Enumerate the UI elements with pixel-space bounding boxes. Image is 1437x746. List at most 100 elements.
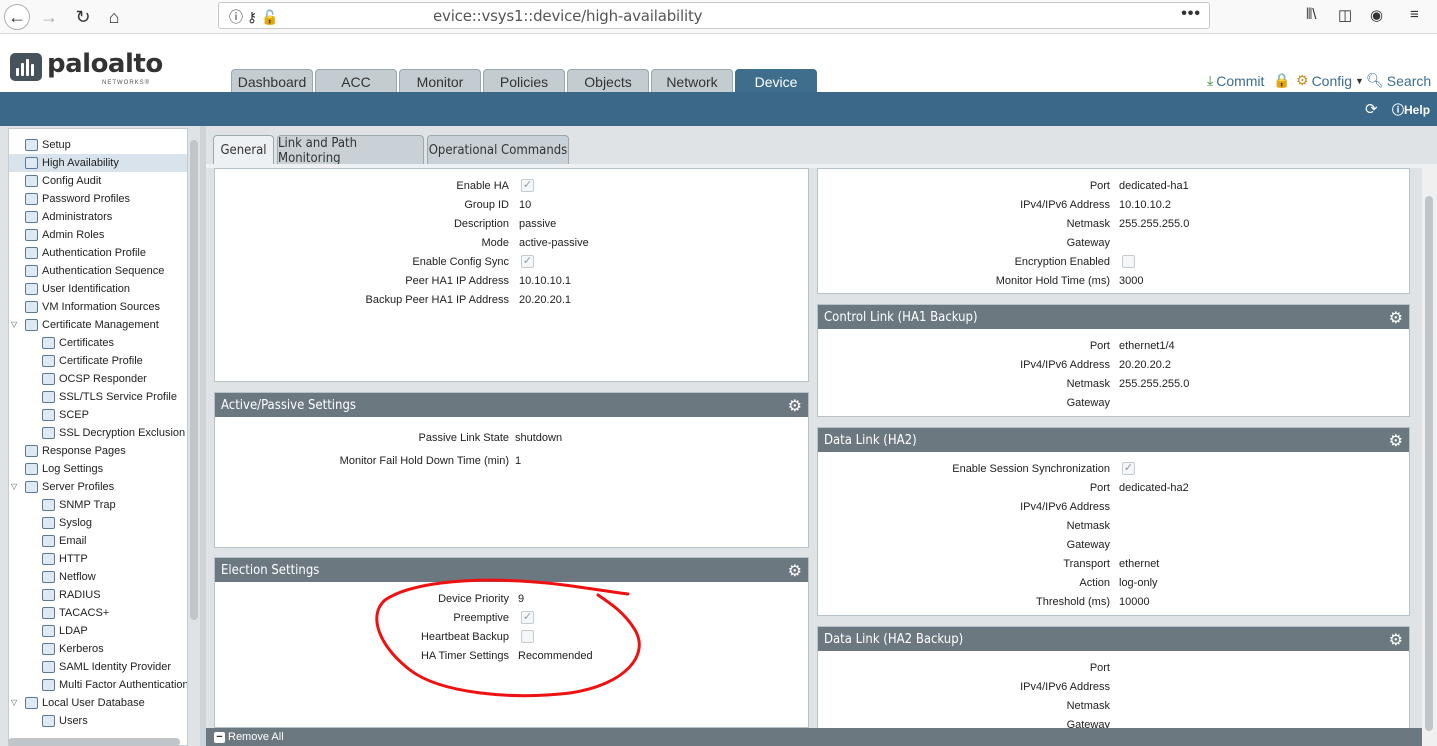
tab-monitor[interactable]: Monitor — [399, 69, 481, 93]
config-sync-checkbox[interactable]: ✓ — [521, 255, 534, 268]
tab-policies[interactable]: Policies — [483, 69, 565, 93]
sidebar-item-kerberos[interactable]: Kerberos — [42, 640, 104, 658]
gear-icon[interactable]: ⚙ — [788, 561, 802, 581]
library-icon[interactable]: ⫴\ — [1306, 6, 1316, 23]
sidebar-horizontal-scrollbar[interactable] — [8, 738, 180, 746]
site-info-icon[interactable]: ⓘ ⚷ 🔓 — [229, 7, 278, 27]
sidebar-item-authentication-sequence[interactable]: Authentication Sequence — [25, 262, 164, 280]
content-scrollbar[interactable] — [1422, 166, 1437, 746]
config-button[interactable]: ⚙ Config ▼ — [1296, 72, 1364, 89]
sidebar-item-email[interactable]: Email — [42, 532, 87, 550]
mode-row: Mode — [215, 234, 509, 253]
sidebar-item-setup[interactable]: Setup — [25, 136, 71, 154]
ha2-sync-row: Enable Session Synchronization — [818, 460, 1110, 479]
sidebar-item-local-user-database[interactable]: ▽ Local User Database — [11, 694, 145, 712]
tab-acc[interactable]: ACC — [315, 69, 397, 93]
data-link-ha2-backup-panel: Data Link (HA2 Backup) ⚙ Port IPv4/IPv6 … — [817, 626, 1410, 736]
page-actions-icon[interactable]: ••• — [1181, 5, 1201, 23]
sidebar-item-admin-roles[interactable]: Admin Roles — [25, 226, 104, 244]
home-icon[interactable]: ⌂ — [101, 4, 127, 30]
tab-link-path-monitoring[interactable]: Link and Path Monitoring — [277, 135, 424, 166]
scrollbar-thumb[interactable] — [1425, 196, 1433, 731]
sidebar-item-netflow[interactable]: Netflow — [42, 568, 96, 586]
sidebar-item-config-audit[interactable]: Config Audit — [25, 172, 101, 190]
gear-icon[interactable]: ⚙ — [788, 396, 802, 416]
tab-dashboard[interactable]: Dashboard — [231, 69, 313, 93]
sidebar-item-users[interactable]: Users — [42, 712, 88, 730]
reload-icon[interactable]: ↻ — [70, 4, 96, 30]
field-label: Threshold (ms) — [1036, 596, 1110, 608]
sidebar-item-password-profiles[interactable]: Password Profiles — [25, 190, 130, 208]
sidebar-item-ldap[interactable]: LDAP — [42, 622, 88, 640]
gear-icon[interactable]: ⚙ — [1389, 630, 1403, 650]
sidebar-icon[interactable]: ◫ — [1338, 6, 1352, 24]
field-label: Gateway — [1066, 539, 1110, 551]
remove-all-button[interactable]: Remove All — [228, 731, 284, 743]
tab-general[interactable]: General — [213, 135, 274, 165]
expand-toggle-icon[interactable]: ▽ — [11, 482, 17, 491]
commit-icon: ⤓ — [1207, 72, 1214, 88]
data-link-ha2-panel: Data Link (HA2) ⚙ Enable Session Synchro… — [817, 427, 1410, 616]
gear-icon[interactable]: ⚙ — [1389, 431, 1403, 451]
sidebar-item-high-availability[interactable]: High Availability — [9, 154, 187, 172]
sidebar-item-label: Users — [59, 715, 88, 727]
search-button[interactable]: 🔍︎ Search — [1366, 72, 1431, 89]
lock-button[interactable]: 🔒 — [1273, 72, 1290, 89]
tab-operational-commands[interactable]: Operational Commands — [427, 135, 569, 165]
sidebar-item-snmp-trap[interactable]: SNMP Trap — [42, 496, 116, 514]
menu-icon[interactable]: ≡ — [1410, 6, 1419, 23]
sidebar-item-server-profiles[interactable]: ▽ Server Profiles — [11, 478, 114, 496]
session-sync-checkbox[interactable]: ✓ — [1122, 462, 1135, 475]
panel-title: Active/Passive Settings — [215, 393, 808, 417]
gear-icon[interactable]: ⚙ — [1389, 308, 1403, 328]
refresh-icon[interactable]: ⟳ — [1365, 100, 1378, 118]
tab-objects[interactable]: Objects — [567, 69, 649, 93]
sidebar-item-ssl-tls-service-profile[interactable]: SSL/TLS Service Profile — [42, 388, 177, 406]
sidebar-item-administrators[interactable]: Administrators — [25, 208, 112, 226]
ha1-port-row: Port — [818, 177, 1110, 196]
certificates-icon — [42, 337, 55, 349]
sidebar-item-http[interactable]: HTTP — [42, 550, 88, 568]
sidebar-item-label: Netflow — [59, 571, 96, 583]
account-icon[interactable]: ◉ — [1370, 6, 1383, 24]
sidebar-item-ssl-decryption-exclusion[interactable]: SSL Decryption Exclusion — [42, 424, 185, 442]
sidebar-item-syslog[interactable]: Syslog — [42, 514, 92, 532]
forward-icon[interactable]: → — [36, 4, 62, 30]
sidebar-item-certificate-profile[interactable]: Certificate Profile — [42, 352, 143, 370]
sidebar-item-saml-identity-provider[interactable]: SAML Identity Provider — [42, 658, 171, 676]
radius-icon — [42, 589, 55, 601]
sidebar-item-log-settings[interactable]: Log Settings — [25, 460, 103, 478]
ha2-gateway-row: Gateway — [818, 536, 1110, 555]
sidebar-item-certificate-management[interactable]: ▽ Certificate Management — [11, 316, 159, 334]
encryption-checkbox[interactable] — [1122, 255, 1135, 268]
sidebar-item-ocsp-responder[interactable]: OCSP Responder — [42, 370, 147, 388]
enable-ha-checkbox[interactable]: ✓ — [521, 179, 534, 192]
back-icon[interactable]: ← — [4, 4, 30, 30]
expand-toggle-icon[interactable]: ▽ — [11, 698, 17, 707]
sidebar-item-response-pages[interactable]: Response Pages — [25, 442, 126, 460]
ha1-ip-row: IPv4/IPv6 Address — [818, 196, 1110, 215]
sidebar-item-authentication-profile[interactable]: Authentication Profile — [25, 244, 146, 262]
expand-toggle-icon[interactable]: ▽ — [11, 320, 17, 329]
sidebar-item-certificates[interactable]: Certificates — [42, 334, 114, 352]
sidebar-item-vm-information-sources[interactable]: VM Information Sources — [25, 298, 160, 316]
sidebar-item-radius[interactable]: RADIUS — [42, 586, 101, 604]
ha1-gateway-row: Gateway — [818, 234, 1110, 253]
url-bar[interactable]: ⓘ ⚷ 🔓 evice::vsys1::device/high-availabi… — [218, 2, 1210, 29]
ha2-action-row: Action — [818, 574, 1110, 593]
sidebar-item-multi-factor-authentication[interactable]: Multi Factor Authentication — [42, 676, 187, 694]
sidebar-item-user-identification[interactable]: User Identification — [25, 280, 130, 298]
sidebar-scrollbar[interactable] — [190, 140, 198, 620]
sidebar-item-scep[interactable]: SCEP — [42, 406, 89, 424]
sidebar-item-label: Local User Database — [42, 697, 145, 709]
url-text[interactable]: evice::vsys1::device/high-availability — [433, 7, 703, 25]
field-label: Port — [1089, 180, 1110, 192]
field-label: Action — [1079, 577, 1110, 589]
commit-button[interactable]: ⤓ Commit — [1207, 72, 1264, 89]
ha2b-ip-row: IPv4/IPv6 Address — [818, 678, 1110, 697]
help-button[interactable]: ⓘHelp — [1392, 101, 1430, 118]
tab-network[interactable]: Network — [651, 69, 733, 93]
sidebar-item-tacacs[interactable]: TACACS+ — [42, 604, 109, 622]
sidebar-item-label: Email — [59, 535, 87, 547]
tab-device[interactable]: Device — [735, 69, 817, 93]
